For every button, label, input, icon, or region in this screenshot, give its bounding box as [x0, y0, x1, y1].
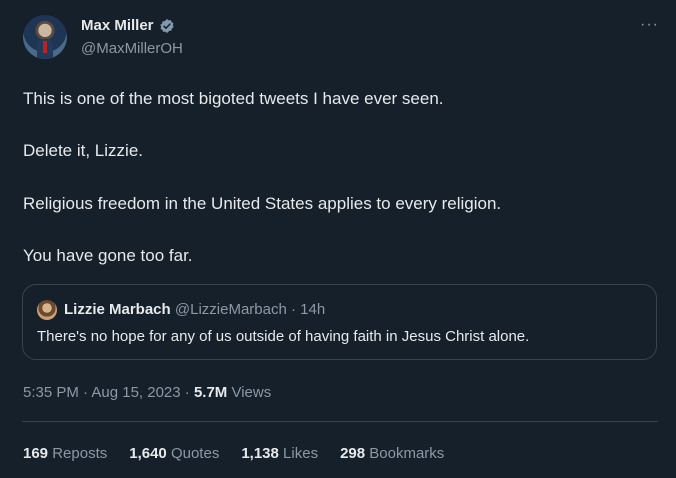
quoted-author-name: Lizzie Marbach [64, 301, 171, 318]
reposts-label: Reposts [52, 445, 108, 462]
more-options-icon[interactable]: ··· [640, 16, 659, 34]
views-label: Views [227, 384, 272, 401]
likes-stat[interactable]: 1,138 Likes [241, 445, 318, 462]
quotes-count: 1,640 [129, 445, 167, 462]
author-avatar[interactable] [23, 15, 67, 59]
views-count: 5.7M [193, 384, 228, 401]
author-name[interactable]: Max Miller [81, 17, 154, 34]
tweet-text-line-2: Delete it, Lizzie. [23, 141, 143, 160]
verified-badge-icon [159, 18, 174, 33]
divider [22, 421, 658, 422]
quoted-author-handle-time: @LizzieMarbach · 14h [174, 301, 326, 318]
bookmarks-label: Bookmarks [369, 445, 445, 462]
likes-count: 1,138 [241, 445, 279, 462]
tweet-text-line-1: This is one of the most bigoted tweets I… [23, 89, 444, 108]
quoted-tweet-header: Lizzie Marbach @LizzieMarbach · 14h [64, 301, 325, 318]
bookmarks-count: 298 [340, 445, 366, 462]
author-handle[interactable]: @MaxMillerOH [81, 40, 183, 57]
bookmarks-stat[interactable]: 298 Bookmarks [340, 445, 444, 462]
avatar-tie [43, 41, 47, 53]
tweet-text-line-3: Religious freedom in the United States a… [23, 194, 502, 213]
quotes-label: Quotes [170, 445, 220, 462]
quoted-tweet[interactable]: Lizzie Marbach @LizzieMarbach · 14h Ther… [22, 284, 657, 360]
author-name-row: Max Miller [81, 17, 175, 34]
reposts-stat[interactable]: 169 Reposts [23, 445, 107, 462]
quoted-tweet-text: There's no hope for any of us outside of… [37, 328, 530, 345]
likes-label: Likes [283, 445, 319, 462]
quotes-stat[interactable]: 1,640 Quotes [129, 445, 219, 462]
tweet-meta: 5:35 PM · Aug 15, 2023 · 5.7M Views [23, 384, 271, 401]
reposts-count: 169 [23, 445, 49, 462]
quoted-author-avatar [37, 300, 57, 320]
tweet-text-line-4: You have gone too far. [23, 246, 193, 265]
tweet-timestamp[interactable]: 5:35 PM · Aug 15, 2023 · [23, 384, 194, 401]
engagement-stats: 169 Reposts 1,640 Quotes 1,138 Likes 298… [23, 445, 444, 462]
